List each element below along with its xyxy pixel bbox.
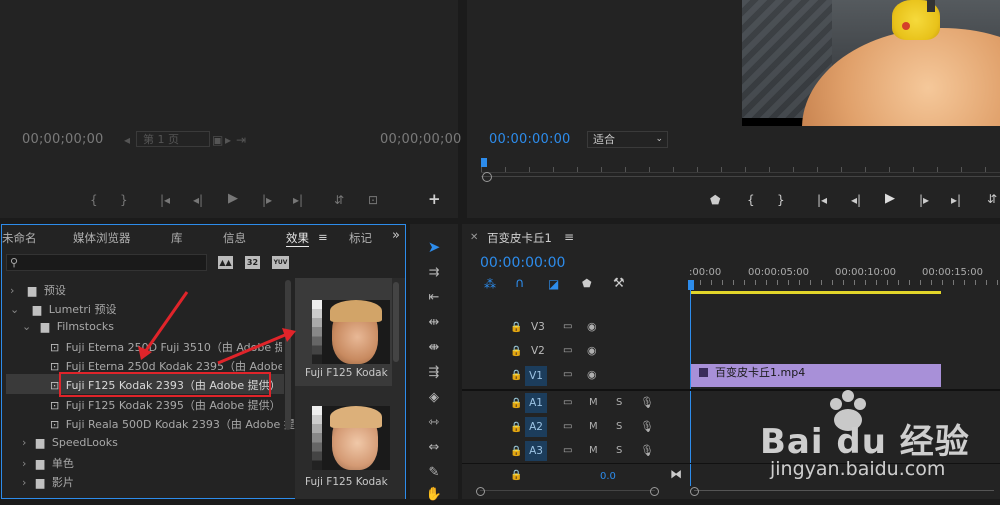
arrow-left [143, 291, 189, 353]
insert-sequence-icon[interactable]: ◪ [548, 277, 559, 291]
arrow-right [217, 333, 286, 365]
fx-badge-icon [699, 368, 708, 377]
mic-icon[interactable]: 🎙 [640, 396, 654, 409]
track-label-a1[interactable]: A1 [525, 393, 547, 413]
hand-tool-icon[interactable]: ✎ [421, 465, 447, 483]
paw-toe [842, 390, 854, 402]
timeline-scroll-handle-right[interactable] [650, 487, 659, 496]
baidu-watermark: Bai du 经验 jingyan.baidu.com [760, 388, 1000, 499]
lock-icon[interactable]: 🔒 [510, 346, 522, 357]
ruler-label: 00:00:10:00 [835, 267, 897, 278]
razor-tool-icon[interactable]: ⇶ [421, 365, 447, 383]
solo-button[interactable]: S [616, 397, 622, 408]
ruler-label: 00:00:05:00 [748, 267, 810, 278]
master-volume-value[interactable]: 0.0 [600, 471, 616, 482]
baidu-brand: Bai du 经验 [760, 422, 970, 462]
arrow-left-head [138, 346, 152, 360]
timeline-ruler[interactable]: :00:00 00:00:05:00 00:00:10:00 00:00:15:… [689, 264, 1000, 294]
clip-name: 百变皮卡丘1.mp4 [715, 366, 806, 379]
track-label-v1[interactable]: V1 [525, 366, 547, 386]
lock-icon[interactable]: 🔒 [510, 398, 522, 409]
master-nav-icon[interactable]: ⧓ [670, 467, 682, 481]
lock-icon[interactable]: 🔒 [510, 322, 522, 333]
wrench-icon[interactable]: ⚒ [613, 276, 625, 291]
slip-tool-icon[interactable]: ◈ [421, 390, 447, 408]
paw-toe [830, 398, 842, 410]
close-icon[interactable]: ✕ [470, 232, 478, 243]
timeline-scroll-handle-left[interactable] [476, 487, 485, 496]
mic-icon[interactable]: 🎙 [640, 420, 654, 433]
sync-lock-icon[interactable]: ▭ [563, 345, 572, 356]
linked-selection-icon[interactable]: ∩ [515, 276, 525, 291]
eye-icon[interactable]: ◉ [587, 320, 597, 333]
track-label-a2[interactable]: A2 [525, 417, 547, 437]
zoom-tool-icon[interactable]: ✋ [421, 487, 447, 505]
timeline-playhead-line [690, 290, 691, 486]
add-marker-icon[interactable]: ⬟ [582, 277, 592, 290]
ripple-edit-tool-icon[interactable]: ⇤ [421, 290, 447, 308]
track-label-v3[interactable]: V3 [531, 321, 545, 333]
timeline-clip[interactable]: 百变皮卡丘1.mp4 [691, 364, 941, 387]
work-area-bar[interactable] [690, 291, 941, 294]
sequence-tab[interactable]: 百变皮卡丘1 [487, 230, 552, 246]
paw-toe [854, 398, 866, 410]
sync-lock-icon[interactable]: ▭ [563, 369, 572, 380]
ruler-label: 00:00:15:00 [922, 267, 984, 278]
baidu-url: jingyan.baidu.com [770, 458, 946, 480]
track-label-v2[interactable]: V2 [531, 345, 545, 357]
pen-tool-icon[interactable]: ⇔ [421, 440, 447, 458]
rolling-edit-tool-icon[interactable]: ⇹ [421, 315, 447, 333]
sync-lock-icon[interactable]: ▭ [563, 397, 572, 408]
timeline-scroll-left[interactable] [480, 490, 655, 491]
lock-icon[interactable]: 🔒 [510, 422, 522, 433]
timeline-timecode[interactable]: 00:00:00:00 [480, 255, 565, 271]
sync-lock-icon[interactable]: ▭ [563, 321, 572, 332]
lock-icon[interactable]: 🔒 [510, 470, 522, 481]
lock-icon[interactable]: 🔒 [510, 370, 522, 381]
sync-lock-icon[interactable]: ▭ [563, 445, 572, 456]
mic-icon[interactable]: 🎙 [640, 444, 654, 457]
sync-lock-icon[interactable]: ▭ [563, 421, 572, 432]
solo-button[interactable]: S [616, 421, 622, 432]
timeline-playhead-handle[interactable] [688, 280, 694, 290]
track-select-tool-icon[interactable]: ⇉ [421, 265, 447, 283]
timeline-menu-icon[interactable]: ≡ [564, 230, 574, 244]
lock-icon[interactable]: 🔒 [510, 446, 522, 457]
timeline-scroll-main-handle[interactable] [690, 487, 699, 496]
rate-stretch-tool-icon[interactable]: ⇼ [421, 340, 447, 358]
eye-icon[interactable]: ◉ [587, 368, 597, 381]
track-label-a3[interactable]: A3 [525, 441, 547, 461]
solo-button[interactable]: S [616, 445, 622, 456]
ruler-label: :00:00 [689, 267, 722, 278]
slide-tool-icon[interactable]: ⇿ [421, 415, 447, 433]
snap-icon[interactable]: ⁂ [484, 277, 496, 291]
ruler-ticks [689, 280, 1000, 285]
mute-button[interactable]: M [589, 421, 598, 432]
mute-button[interactable]: M [589, 397, 598, 408]
mute-button[interactable]: M [589, 445, 598, 456]
selection-tool-icon[interactable]: ➤ [421, 238, 447, 256]
eye-icon[interactable]: ◉ [587, 344, 597, 357]
